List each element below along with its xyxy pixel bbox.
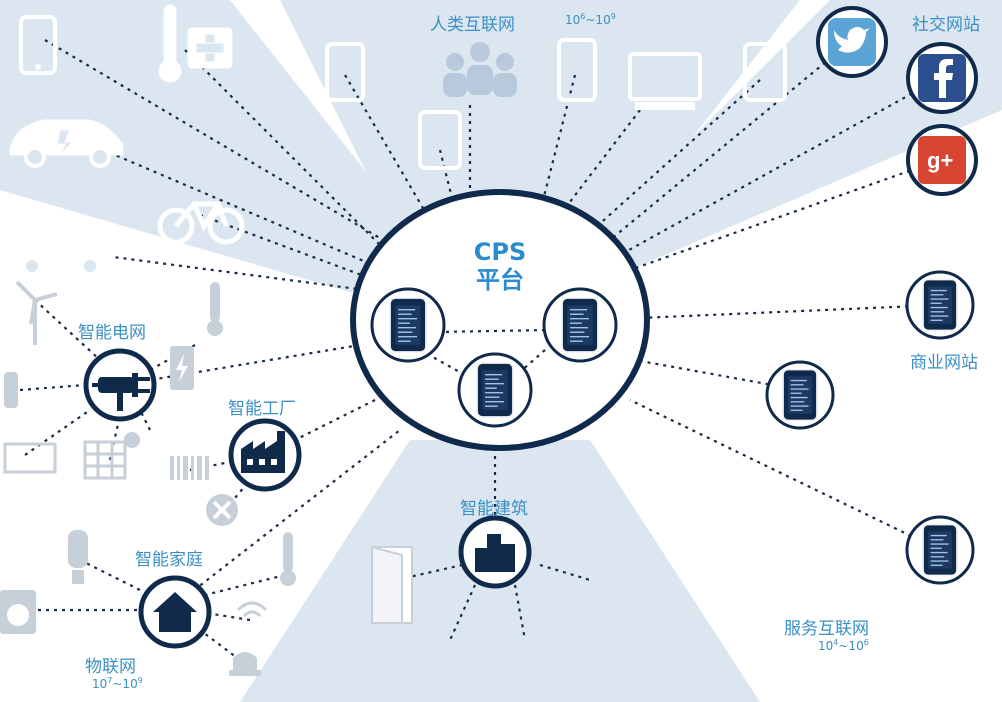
thermometer-icon bbox=[280, 532, 296, 586]
server-phone-icon bbox=[370, 287, 446, 363]
house-icon bbox=[138, 575, 212, 649]
google-plus-icon: g+ bbox=[906, 124, 978, 196]
svg-text:g+: g+ bbox=[927, 148, 953, 173]
service-internet-range: 104~106 bbox=[818, 638, 869, 653]
cps-diagram: g+ CPS 平台 人类互联网 106~109 社交网站 商业网站 服务互联网 … bbox=[0, 0, 1002, 702]
cps-platform-label: CPS 平台 bbox=[440, 238, 560, 294]
server-phone-icon bbox=[905, 270, 975, 340]
wind-turbine-icon bbox=[15, 280, 58, 345]
alarm-icon bbox=[229, 652, 261, 676]
business-sites-label: 商业网站 bbox=[910, 353, 978, 373]
device-icon bbox=[4, 372, 18, 408]
diagram-canvas: g+ bbox=[0, 0, 1002, 702]
sun-icon bbox=[124, 432, 140, 448]
cps-title: CPS bbox=[473, 238, 527, 266]
iot-label: 物联网 bbox=[85, 657, 136, 677]
business-icons bbox=[765, 270, 975, 585]
medical-cross-icon bbox=[187, 27, 233, 69]
washing-machine-icon bbox=[0, 590, 36, 634]
smart-grid-label: 智能电网 bbox=[78, 323, 146, 343]
light-bulb-icon bbox=[68, 530, 88, 584]
tools-icon bbox=[206, 494, 238, 526]
server-phone-icon bbox=[457, 352, 533, 428]
service-internet-label: 服务互联网 bbox=[784, 619, 869, 639]
smart-factory-cluster bbox=[170, 418, 302, 526]
plug-icon bbox=[83, 348, 157, 422]
sign-24h-icon bbox=[3, 442, 57, 474]
building-icon bbox=[458, 515, 532, 589]
wifi-icon bbox=[236, 601, 268, 618]
smart-grid-cluster bbox=[3, 280, 223, 480]
cps-subtitle: 平台 bbox=[476, 266, 524, 294]
smart-building-label: 智能建筑 bbox=[460, 499, 528, 519]
solar-panel-icon bbox=[83, 440, 127, 480]
smart-factory-label: 智能工厂 bbox=[228, 399, 296, 419]
battery-icon bbox=[170, 346, 194, 390]
human-internet-range: 106~109 bbox=[565, 12, 616, 27]
factory-icon bbox=[228, 418, 302, 492]
thermometer-icon bbox=[207, 282, 223, 336]
human-internet-label: 人类互联网 bbox=[430, 15, 515, 35]
server-phone-icon bbox=[905, 515, 975, 585]
barcode-icon bbox=[170, 456, 209, 480]
door-icon bbox=[371, 545, 413, 624]
cps-platform bbox=[350, 189, 650, 451]
twitter-icon bbox=[816, 6, 888, 78]
smart-home-label: 智能家庭 bbox=[135, 550, 203, 570]
facebook-icon bbox=[906, 42, 978, 114]
electric-car-icon bbox=[9, 231, 113, 276]
server-phone-icon bbox=[765, 360, 835, 430]
server-phone-icon bbox=[542, 287, 618, 363]
iot-range: 107~109 bbox=[92, 676, 143, 691]
social-sites-label: 社交网站 bbox=[912, 15, 980, 35]
